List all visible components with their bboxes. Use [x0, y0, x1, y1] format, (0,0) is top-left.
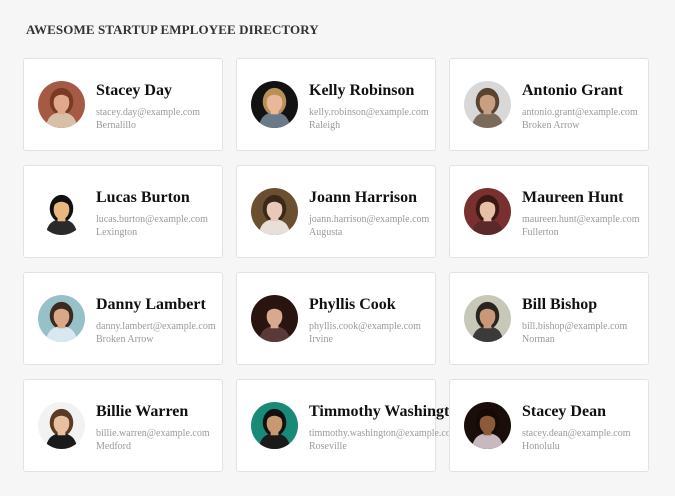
person-photo-icon [38, 81, 85, 128]
employee-city: Irvine [309, 334, 333, 345]
employee-city: Bernalillo [96, 120, 136, 131]
avatar [251, 402, 298, 449]
employee-info: Bill Bishop bill.bishop@example.com Norman [522, 295, 627, 346]
employee-name: Stacey Dean [522, 403, 606, 420]
employee-card[interactable]: Stacey Dean stacey.dean@example.com Honolu… [449, 379, 649, 472]
person-photo-icon [38, 295, 85, 342]
employee-card[interactable]: Billie Warren billie.warren@example.com Me… [23, 379, 223, 472]
person-photo-icon [464, 295, 511, 342]
employee-info: Joann Harrison joann.harrison@example.com… [309, 188, 429, 239]
employee-city: Broken Arrow [96, 334, 154, 345]
employee-email: phyllis.cook@example.com [309, 321, 421, 332]
employee-name: Stacey Day [96, 82, 172, 99]
person-photo-icon [251, 295, 298, 342]
avatar [464, 295, 511, 342]
employee-name: Kelly Robinson [309, 82, 415, 99]
person-photo-icon [464, 188, 511, 235]
employee-info: Stacey Dean stacey.dean@example.com Honolu… [522, 402, 631, 453]
employee-name: Lucas Burton [96, 189, 190, 206]
person-photo-icon [464, 402, 511, 449]
employee-name: Joann Harrison [309, 189, 418, 206]
employee-city: Lexington [96, 227, 138, 238]
employee-name: Billie Warren [96, 403, 189, 420]
employee-city: Raleigh [309, 120, 341, 131]
employee-email: stacey.dean@example.com [522, 428, 631, 439]
employee-card[interactable]: Joann Harrison joann.harrison@example.com… [236, 165, 436, 258]
avatar [38, 81, 85, 128]
employee-info: Antonio Grant antonio.grant@example.com Br… [522, 81, 638, 132]
employee-email: lucas.burton@example.com [96, 214, 208, 225]
employee-card[interactable]: Lucas Burton lucas.burton@example.com Lexi… [23, 165, 223, 258]
employee-card[interactable]: Phyllis Cook phyllis.cook@example.com Irvi… [236, 272, 436, 365]
employee-email: joann.harrison@example.com [309, 214, 430, 225]
employee-email: maureen.hunt@example.com [522, 214, 640, 225]
employee-email: stacey.day@example.com [96, 107, 201, 118]
employee-info: Kelly Robinson kelly.robinson@example.com… [309, 81, 429, 132]
person-photo-icon [38, 402, 85, 449]
employee-info: Phyllis Cook phyllis.cook@example.com Irvi… [309, 295, 421, 346]
employee-city: Augusta [309, 227, 343, 238]
employee-card[interactable]: Stacey Day stacey.day@example.com Bernalil… [23, 58, 223, 151]
employee-info: Timmothy Washington timmothy.washington@e… [309, 402, 466, 453]
employee-city: Fullerton [522, 227, 559, 238]
employee-card[interactable]: Antonio Grant antonio.grant@example.com Br… [449, 58, 649, 151]
employee-name: Phyllis Cook [309, 296, 396, 313]
avatar [38, 295, 85, 342]
employee-name: Timmothy Washington [309, 403, 467, 420]
employee-city: Medford [96, 441, 131, 452]
person-photo-icon [251, 188, 298, 235]
person-photo-icon [38, 188, 85, 235]
employee-email: danny.lambert@example.com [96, 321, 216, 332]
employee-name: Maureen Hunt [522, 189, 624, 206]
avatar [464, 402, 511, 449]
person-photo-icon [251, 402, 298, 449]
employee-info: Lucas Burton lucas.burton@example.com Lexi… [96, 188, 208, 239]
employee-name: Danny Lambert [96, 296, 206, 313]
employee-name: Antonio Grant [522, 82, 623, 99]
page-title: AWESOME STARTUP EMPLOYEE DIRECTORY [26, 22, 319, 37]
employee-city: Broken Arrow [522, 120, 580, 131]
employee-city: Norman [522, 334, 555, 345]
employee-info: Stacey Day stacey.day@example.com Bernalil… [96, 81, 200, 132]
employee-email: billie.warren@example.com [96, 428, 210, 439]
employee-info: Billie Warren billie.warren@example.com Me… [96, 402, 210, 453]
person-photo-icon [464, 81, 511, 128]
employee-email: antonio.grant@example.com [522, 107, 638, 118]
employee-grid: Stacey Day stacey.day@example.com Bernalil… [23, 58, 649, 472]
employee-info: Maureen Hunt maureen.hunt@example.com Full… [522, 188, 640, 239]
avatar [38, 402, 85, 449]
employee-card[interactable]: Danny Lambert danny.lambert@example.com Br… [23, 272, 223, 365]
employee-name: Bill Bishop [522, 296, 598, 313]
employee-card[interactable]: Maureen Hunt maureen.hunt@example.com Full… [449, 165, 649, 258]
avatar [464, 81, 511, 128]
avatar [251, 188, 298, 235]
avatar [38, 188, 85, 235]
employee-email: timmothy.washington@example.com [309, 428, 459, 439]
employee-city: Roseville [309, 441, 347, 452]
employee-info: Danny Lambert danny.lambert@example.com Br… [96, 295, 216, 346]
employee-card[interactable]: Bill Bishop bill.bishop@example.com Norman [449, 272, 649, 365]
person-photo-icon [251, 81, 298, 128]
avatar [251, 81, 298, 128]
avatar [251, 295, 298, 342]
employee-email: kelly.robinson@example.com [309, 107, 429, 118]
employee-card[interactable]: Timmothy Washington timmothy.washington@e… [236, 379, 466, 472]
employee-email: bill.bishop@example.com [522, 321, 628, 332]
employee-card[interactable]: Kelly Robinson kelly.robinson@example.com… [236, 58, 436, 151]
employee-city: Honolulu [522, 441, 560, 452]
avatar [464, 188, 511, 235]
